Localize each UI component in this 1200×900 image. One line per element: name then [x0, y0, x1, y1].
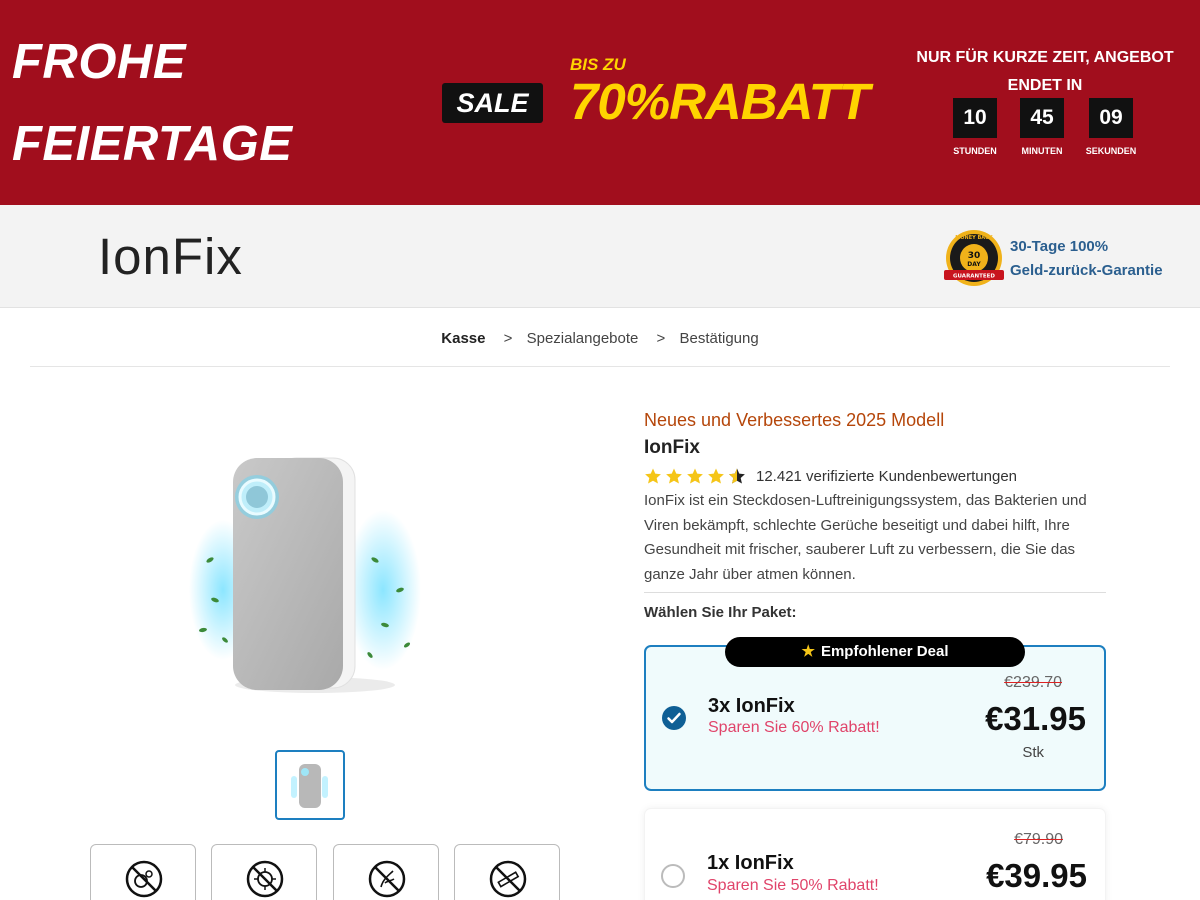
countdown-heading-line1: NUR FÜR KURZE ZEIT, ANGEBOT: [916, 49, 1174, 66]
package-old-price: €239.70: [1004, 674, 1062, 691]
radio-unchecked-icon[interactable]: [661, 864, 685, 888]
countdown-seconds-label: SEKUNDEN: [1085, 146, 1137, 156]
package-unit: Stk: [1022, 744, 1044, 761]
product-thumbnail[interactable]: [275, 750, 345, 820]
package-price: €31.95: [985, 700, 1086, 737]
package-option-3x[interactable]: ★ Empfohlener Deal 3x IonFix Sparen Sie 6…: [644, 637, 1106, 791]
breadcrumb-item-kasse[interactable]: Kasse: [441, 330, 485, 347]
seal-text-top: MONEY BACK: [955, 235, 994, 241]
feature-no-germs: [90, 844, 196, 900]
guarantee-line1: 30-Tage 100%: [1010, 238, 1109, 255]
product-image: [189, 457, 421, 693]
package-heading: Wählen Sie Ihr Paket:: [644, 604, 797, 621]
countdown-hours: 10: [953, 98, 997, 138]
no-virus-icon: [246, 860, 284, 898]
countdown-seconds: 09: [1089, 98, 1133, 138]
package-option-1x[interactable]: 1x IonFix Sparen Sie 50% Rabatt! €79.90 …: [644, 808, 1106, 900]
package-title: 3x IonFix: [708, 695, 795, 717]
star-icon: [708, 468, 724, 484]
recommended-deal-tag: ★ Empfohlener Deal: [725, 637, 1025, 667]
guarantee-line2: Geld-zurück-Garantie: [1010, 262, 1163, 279]
breadcrumb-item-bestaetigung[interactable]: Bestätigung: [679, 330, 758, 347]
discount-prefix: BIS ZU: [570, 55, 626, 74]
seal-text-day: DAY: [967, 261, 981, 268]
countdown-minutes-label: MINUTEN: [1021, 146, 1063, 156]
sale-badge: SALE: [442, 83, 543, 123]
breadcrumb-separator: >: [503, 330, 513, 347]
breadcrumb: Kasse > Spezialangebote > Bestätigung: [30, 330, 1170, 367]
radio-checked-icon[interactable]: [662, 706, 686, 730]
brand-logo[interactable]: IonFix: [98, 227, 243, 286]
review-count[interactable]: 12.421 verifizierte Kundenbewertungen: [756, 468, 1017, 485]
guarantee-text: 30-Tage 100% Geld-zurück-Garantie: [1010, 235, 1163, 283]
star-rating: [644, 467, 746, 485]
star-icon: [666, 468, 682, 484]
product-thumbnail-image: [291, 764, 328, 808]
package-price: €39.95: [986, 857, 1087, 894]
promo-title-line1: FROHE: [12, 35, 186, 89]
no-germs-icon: [125, 860, 163, 898]
feature-no-virus: [211, 844, 317, 900]
no-allergens-icon: [368, 860, 406, 898]
product-subtitle: Neues und Verbessertes 2025 Modell: [644, 410, 945, 430]
countdown-hours-label: STUNDEN: [953, 146, 997, 156]
seal-text-30: 30: [968, 251, 981, 261]
package-old-price: €79.90: [1014, 831, 1063, 848]
star-icon: ★: [801, 643, 815, 660]
checkmark-icon: [667, 712, 681, 724]
breadcrumb-item-spezialangebote[interactable]: Spezialangebote: [527, 330, 639, 347]
countdown-heading-line2: ENDET IN: [1007, 77, 1083, 94]
feature-no-allergens: [333, 844, 439, 900]
star-icon: [687, 468, 703, 484]
feature-no-smoke: [454, 844, 560, 900]
discount-headline: 70%RABATT: [570, 73, 870, 130]
product-description: IonFix ist ein Steckdosen-Luftreinigungs…: [644, 492, 1087, 583]
product-info: Neues und Verbessertes 2025 Modell IonFi…: [644, 410, 1106, 587]
no-smoke-icon: [489, 860, 527, 898]
half-star-icon: [729, 468, 745, 484]
site-header: IonFix MONEY BACK 30 DAY GUARANTEED 30-T…: [0, 205, 1200, 308]
money-back-guarantee-seal-icon: MONEY BACK 30 DAY GUARANTEED: [944, 230, 1004, 286]
package-savings: Sparen Sie 60% Rabatt!: [708, 719, 880, 736]
package-savings: Sparen Sie 50% Rabatt!: [707, 877, 879, 894]
recommended-deal-label: Empfohlener Deal: [820, 643, 949, 660]
package-title: 1x IonFix: [707, 852, 794, 874]
star-icon: [645, 468, 661, 484]
seal-text-bottom: GUARANTEED: [953, 274, 995, 280]
breadcrumb-separator: >: [656, 330, 666, 347]
promo-title-line2: FEIERTAGE: [12, 117, 293, 171]
countdown-minutes: 45: [1020, 98, 1064, 138]
divider: [644, 592, 1106, 593]
promo-banner: FROHE FEIERTAGE SALE BIS ZU 70%RABATT NU…: [0, 0, 1200, 205]
rating-row: 12.421 verifizierte Kundenbewertungen: [644, 465, 1106, 487]
product-name: IonFix: [644, 437, 700, 458]
countdown-heading: NUR FÜR KURZE ZEIT, ANGEBOT ENDET IN: [915, 44, 1175, 100]
